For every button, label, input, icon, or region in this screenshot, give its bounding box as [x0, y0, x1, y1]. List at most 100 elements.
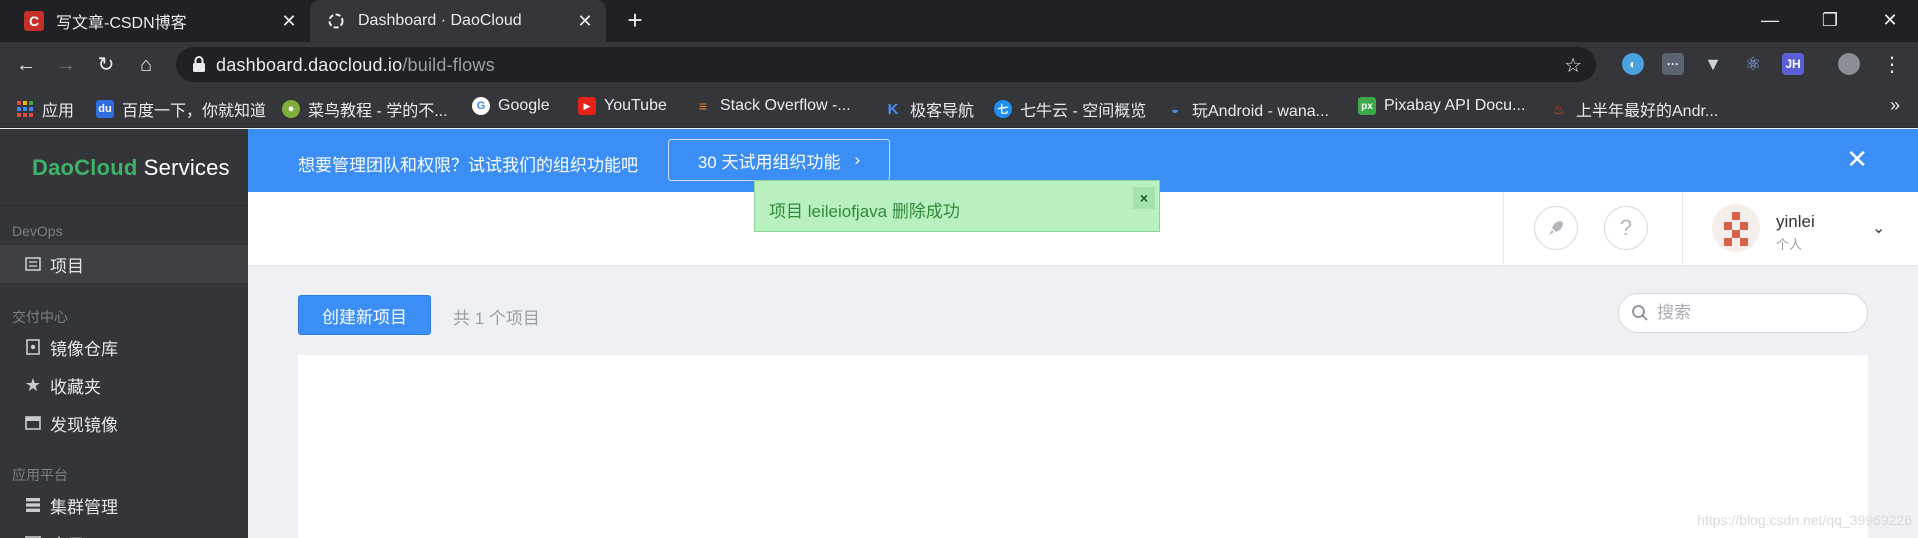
- bookmark-google[interactable]: G Google: [472, 97, 550, 115]
- toast-close-icon[interactable]: ×: [1133, 187, 1155, 209]
- brand-dao: DaoCloud: [32, 155, 138, 180]
- tab-title: 写文章-CSDN博客: [56, 15, 187, 32]
- chevron-right-icon: ›: [854, 150, 861, 169]
- bookmark-runoob[interactable]: ● 菜鸟教程 - 学的不...: [282, 97, 448, 121]
- bookmark-apps[interactable]: 应用: [16, 97, 74, 121]
- extension-icon[interactable]: ···: [1662, 53, 1684, 75]
- bookmark-qiniu[interactable]: 七 七牛云 - 空间概览: [994, 97, 1146, 121]
- csdn-icon: C: [24, 11, 44, 31]
- brand-logo[interactable]: DaoCloud Services: [32, 155, 230, 181]
- browser-tab-strip: C 写文章-CSDN博客 ✕ Dashboard · DaoCloud ✕ + …: [0, 0, 1918, 42]
- trial-org-label: 30 天试用组织功能: [697, 152, 841, 172]
- banner-close-icon[interactable]: ✕: [1846, 146, 1868, 172]
- sidebar-item-apps[interactable]: 应用: [0, 524, 248, 538]
- sidebar-divider: [0, 205, 248, 206]
- app-sidebar: DaoCloud Services DevOps 项目 交付中心 镜像仓库 ★ …: [0, 129, 248, 538]
- rocket-icon[interactable]: [1534, 206, 1578, 250]
- sidebar-item-image-repo[interactable]: 镜像仓库: [0, 328, 248, 366]
- search-input[interactable]: [1657, 302, 1857, 324]
- apps-grid-icon: [16, 100, 34, 118]
- discover-icon: [24, 414, 42, 432]
- username: yinlei: [1776, 212, 1815, 231]
- minimize-icon[interactable]: —: [1756, 6, 1784, 34]
- bookmark-baidu[interactable]: du 百度一下，你就知道: [96, 97, 266, 121]
- new-tab-plus-icon[interactable]: +: [622, 7, 648, 34]
- sidebar-item-label: 集群管理: [50, 497, 118, 517]
- bookmark-stackoverflow[interactable]: ≡ Stack Overflow -...: [694, 97, 851, 115]
- bookmarks-overflow-icon[interactable]: »: [1890, 95, 1900, 116]
- bookmark-star-icon[interactable]: ☆: [1564, 53, 1582, 78]
- sidebar-item-label: 镜像仓库: [50, 339, 118, 359]
- sidebar-item-label: 应用: [50, 531, 84, 538]
- sidebar-item-cluster[interactable]: 集群管理: [0, 486, 248, 524]
- search-icon: [1631, 304, 1649, 322]
- jh-extension-icon[interactable]: JH: [1782, 53, 1804, 75]
- url-domain: dashboard.daocloud.io: [216, 55, 403, 75]
- avatar[interactable]: [1712, 204, 1760, 252]
- bookmark-label: Pixabay API Docu...: [1384, 97, 1526, 114]
- header-divider: [1503, 192, 1504, 266]
- brand-services: Services: [137, 155, 230, 180]
- trial-org-button[interactable]: 30 天试用组织功能 ›: [668, 139, 890, 181]
- tab-title: Dashboard · DaoCloud: [358, 12, 522, 29]
- image-repo-icon: [24, 338, 42, 356]
- home-icon[interactable]: ⌂: [132, 51, 160, 79]
- qiniu-icon: 七: [994, 100, 1012, 118]
- browser-tab-daocloud[interactable]: Dashboard · DaoCloud ✕: [310, 0, 606, 42]
- bookmark-pixabay[interactable]: px Pixabay API Docu...: [1358, 97, 1525, 115]
- back-arrow-icon[interactable]: ←: [12, 51, 40, 79]
- baidu-icon: du: [96, 100, 114, 118]
- bookmark-jike[interactable]: K 极客导航: [884, 97, 974, 121]
- search-box[interactable]: [1618, 293, 1868, 333]
- bookmark-label: Stack Overflow -...: [720, 97, 851, 114]
- watermark: https://blog.csdn.net/qq_39969226: [1697, 512, 1912, 528]
- toast-message: 项目 leileiofjava 删除成功: [769, 202, 960, 221]
- fire-icon: ♨: [1552, 100, 1566, 117]
- create-project-button[interactable]: 创建新项目: [298, 295, 431, 335]
- project-icon: [24, 255, 42, 273]
- bookmark-youtube[interactable]: ▶ YouTube: [578, 97, 667, 115]
- reload-icon[interactable]: ↻: [92, 51, 120, 79]
- chevron-down-icon[interactable]: ⌄: [1872, 218, 1885, 238]
- daocloud-icon: [326, 11, 346, 31]
- sidebar-item-discover[interactable]: 发现镜像: [0, 404, 248, 442]
- vue-devtools-icon[interactable]: ▼: [1702, 53, 1724, 75]
- menu-kebab-icon[interactable]: ⋮: [1878, 51, 1906, 79]
- bookmark-label: 百度一下，你就知道: [122, 103, 267, 120]
- profile-avatar-icon[interactable]: [1838, 53, 1860, 75]
- youtube-icon: ▶: [578, 97, 596, 115]
- bookmark-label: 上半年最好的Andr...: [1576, 103, 1719, 120]
- section-title-platform: 应用平台: [12, 467, 68, 483]
- tab-close-icon[interactable]: ✕: [280, 12, 298, 30]
- cluster-icon: [24, 496, 42, 514]
- address-bar[interactable]: dashboard.daocloud.io/build-flows ☆: [176, 47, 1596, 82]
- browser-tab-csdn[interactable]: C 写文章-CSDN博客 ✕: [10, 0, 310, 42]
- jike-icon: K: [887, 100, 899, 118]
- sidebar-item-label: 收藏夹: [50, 377, 101, 397]
- extension-icon[interactable]: ◐: [1622, 53, 1644, 75]
- forward-arrow-icon[interactable]: →: [52, 51, 80, 79]
- star-icon: ★: [24, 374, 42, 395]
- bookmarks-bar: 应用 du 百度一下，你就知道 ● 菜鸟教程 - 学的不... G Google…: [0, 87, 1918, 128]
- restore-icon[interactable]: ❐: [1816, 6, 1844, 34]
- bookmark-label: 极客导航: [910, 103, 975, 120]
- window-close-icon[interactable]: ✕: [1876, 6, 1904, 34]
- url-text: dashboard.daocloud.io/build-flows: [216, 55, 495, 76]
- section-title-devops: DevOps: [12, 223, 63, 239]
- android-icon: ◒: [1170, 101, 1180, 117]
- help-icon[interactable]: ?: [1604, 206, 1648, 250]
- google-icon: G: [472, 97, 490, 115]
- project-list-panel: [298, 355, 1868, 538]
- section-title-delivery: 交付中心: [12, 309, 68, 325]
- bookmark-wanandroid[interactable]: ◒ 玩Android - wana...: [1166, 97, 1329, 121]
- sidebar-item-favorites[interactable]: ★ 收藏夹: [0, 366, 248, 404]
- bookmark-android-best[interactable]: ♨ 上半年最好的Andr...: [1550, 97, 1719, 121]
- sidebar-item-projects[interactable]: 项目: [0, 245, 248, 283]
- tab-close-icon[interactable]: ✕: [576, 12, 594, 30]
- bookmark-label: Google: [498, 97, 550, 114]
- app-icon: [24, 534, 42, 538]
- bookmark-label: 玩Android - wana...: [1192, 103, 1329, 120]
- react-devtools-icon[interactable]: ⚛: [1742, 53, 1764, 75]
- sidebar-item-label: 发现镜像: [50, 415, 118, 435]
- lock-icon: [192, 55, 206, 73]
